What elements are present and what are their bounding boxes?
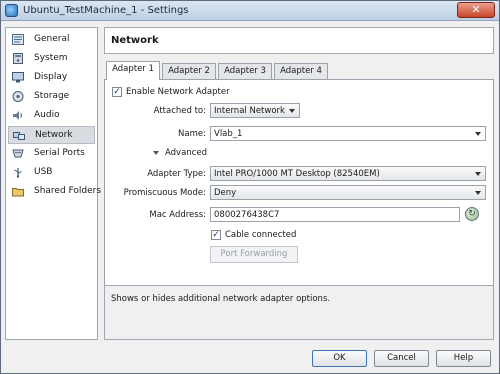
mac-address-label: Mac Address: xyxy=(149,210,206,220)
window-title: Ubuntu_TestMachine_1 - Settings xyxy=(23,5,189,16)
promiscuous-mode-label: Promiscuous Mode: xyxy=(123,188,206,198)
system-icon xyxy=(13,53,23,64)
sidebar-item-network[interactable]: Network xyxy=(8,126,95,144)
name-combobox[interactable]: Vlab_1 xyxy=(210,126,486,141)
sidebar-item-label: Audio xyxy=(34,110,60,120)
sidebar-item-label: Shared Folders xyxy=(34,186,102,196)
attached-to-dropdown[interactable]: Internal Network xyxy=(210,103,300,118)
page-title: Network xyxy=(111,35,159,46)
title-bar[interactable]: Ubuntu_TestMachine_1 - Settings ✕ xyxy=(1,1,499,21)
adapter-panel: ✓ Enable Network Adapter Attached to: In… xyxy=(104,79,494,290)
promiscuous-mode-value: Deny xyxy=(214,188,237,198)
shared-folders-icon xyxy=(12,188,24,197)
enable-adapter-checkbox[interactable]: ✓ xyxy=(112,87,122,97)
close-button[interactable]: ✕ xyxy=(457,2,495,18)
settings-sidebar: General System Display Storage Audio Net… xyxy=(5,27,101,340)
tab-adapter-2[interactable]: Adapter 2 xyxy=(162,63,216,79)
general-icon xyxy=(12,34,24,45)
chevron-down-icon xyxy=(475,172,481,176)
sidebar-item-label: USB xyxy=(34,167,53,177)
sidebar-item-display[interactable]: Display xyxy=(8,69,95,87)
audio-icon xyxy=(13,111,22,120)
description-box: Shows or hides additional network adapte… xyxy=(104,285,494,340)
sidebar-item-system[interactable]: System xyxy=(8,50,95,68)
sidebar-item-general[interactable]: General xyxy=(8,31,95,49)
sidebar-item-label: Storage xyxy=(34,91,70,101)
chevron-down-icon xyxy=(289,109,295,113)
chevron-down-icon xyxy=(475,132,481,136)
cable-connected-checkbox[interactable]: ✓ xyxy=(211,230,221,240)
refresh-icon[interactable]: ↻ xyxy=(465,207,479,221)
attached-to-label: Attached to: xyxy=(153,106,206,116)
tab-adapter-1[interactable]: Adapter 1 xyxy=(106,61,160,80)
enable-adapter-label: Enable Network Adapter xyxy=(126,87,230,97)
ok-button[interactable]: OK xyxy=(312,350,367,367)
attached-to-value: Internal Network xyxy=(214,106,285,116)
name-value: Vlab_1 xyxy=(214,129,243,139)
sidebar-item-usb[interactable]: USB xyxy=(8,164,95,182)
network-icon xyxy=(13,132,25,140)
expand-arrow-icon[interactable] xyxy=(153,151,159,155)
cable-connected-label: Cable connected xyxy=(225,230,297,240)
storage-icon xyxy=(12,91,24,102)
sidebar-item-label: Display xyxy=(34,72,68,82)
cancel-button[interactable]: Cancel xyxy=(374,350,429,367)
tab-adapter-4[interactable]: Adapter 4 xyxy=(274,63,328,79)
promiscuous-mode-dropdown[interactable]: Deny xyxy=(210,185,486,200)
sidebar-item-storage[interactable]: Storage xyxy=(8,88,95,106)
sidebar-item-label: System xyxy=(34,53,68,63)
settings-window: Ubuntu_TestMachine_1 - Settings ✕ Genera… xyxy=(0,0,500,374)
sidebar-item-label: Network xyxy=(35,130,73,140)
section-header: Network xyxy=(104,27,494,54)
display-icon xyxy=(12,72,24,83)
mac-address-field[interactable]: 0800276438C7 xyxy=(210,207,460,222)
sidebar-item-shared-folders[interactable]: Shared Folders xyxy=(8,183,101,201)
sidebar-item-audio[interactable]: Audio xyxy=(8,107,95,125)
usb-icon xyxy=(14,168,22,178)
serial-ports-icon xyxy=(12,149,24,158)
adapter-type-label: Adapter Type: xyxy=(147,169,206,179)
adapter-type-dropdown[interactable]: Intel PRO/1000 MT Desktop (82540EM) xyxy=(210,166,486,181)
name-label: Name: xyxy=(178,129,206,139)
network-settings-content: Network Adapter 1 Adapter 2 Adapter 3 Ad… xyxy=(104,27,494,340)
advanced-toggle[interactable]: Advanced xyxy=(165,148,207,158)
help-button[interactable]: Help xyxy=(436,350,491,367)
chevron-down-icon xyxy=(475,191,481,195)
sidebar-item-serial-ports[interactable]: Serial Ports xyxy=(8,145,95,163)
description-text: Shows or hides additional network adapte… xyxy=(111,294,331,304)
virtualbox-icon xyxy=(5,4,18,17)
sidebar-item-label: General xyxy=(34,34,70,44)
tab-adapter-3[interactable]: Adapter 3 xyxy=(218,63,272,79)
port-forwarding-button[interactable]: Port Forwarding xyxy=(210,246,298,263)
sidebar-item-label: Serial Ports xyxy=(34,148,85,158)
mac-address-value: 0800276438C7 xyxy=(214,210,280,220)
adapter-type-value: Intel PRO/1000 MT Desktop (82540EM) xyxy=(214,169,380,179)
